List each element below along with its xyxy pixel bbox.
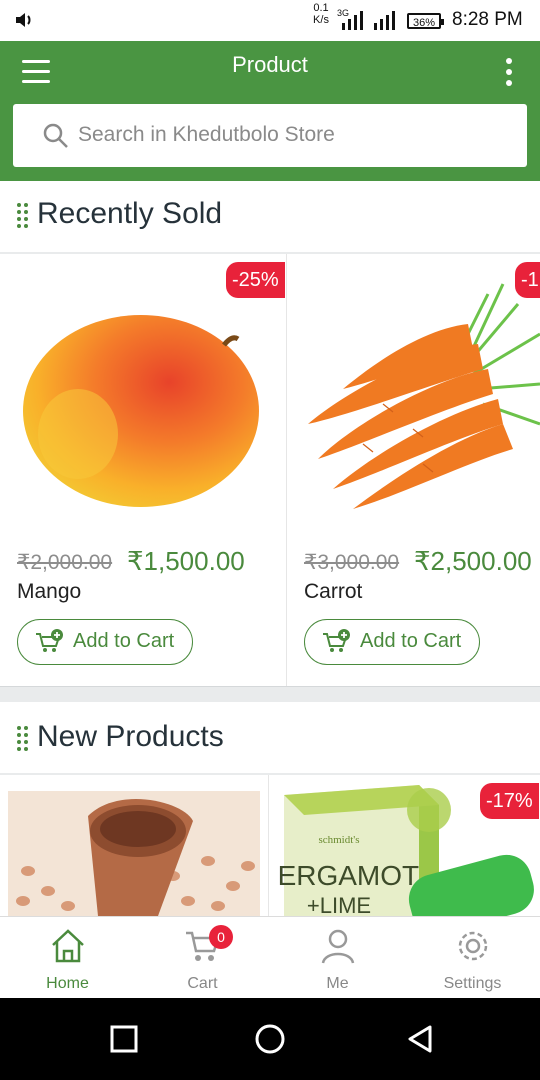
product-card-carrot[interactable]: -1 ₹3,000.00 ₹2,500.00 Carrot Add to Car… xyxy=(287,254,540,686)
nav-label: Me xyxy=(326,975,349,992)
add-to-cart-label: Add to Cart xyxy=(360,630,462,652)
carrot-image xyxy=(308,283,540,509)
add-to-cart-button[interactable]: Add to Cart xyxy=(17,619,193,665)
discount-badge: -1 xyxy=(515,262,540,298)
product-card-mango[interactable]: -25% ₹2,000.00 ₹1,500.00 Mango Add to Ca… xyxy=(0,254,286,686)
product-card-new-2[interactable]: schmidt's BERGAMOT +LIME -17% xyxy=(269,775,540,916)
product-name: Carrot xyxy=(304,580,363,603)
nav-cart[interactable]: Cart xyxy=(135,917,270,999)
section-header-recently-sold: Recently Sold xyxy=(0,181,540,253)
old-price: ₹2,000.00 xyxy=(17,551,113,574)
signal-icon-2 xyxy=(374,11,395,30)
nav-me[interactable]: Me xyxy=(270,917,405,999)
speaker-icon xyxy=(16,13,31,27)
discount-badge: -17% xyxy=(480,783,539,819)
peanuts-pot-image xyxy=(8,791,260,916)
signal-icon xyxy=(342,11,363,30)
more-options-button[interactable] xyxy=(500,56,520,90)
clock: 8:28 PM xyxy=(452,9,523,30)
nav-settings[interactable]: Settings xyxy=(405,917,540,999)
search-icon xyxy=(43,123,68,148)
sale-price: ₹1,500.00 xyxy=(127,546,245,576)
status-bar: 0.1 K/s 3G 36% 8:28 PM xyxy=(0,0,540,41)
drag-dots-icon xyxy=(17,203,28,228)
product-card-new-1[interactable] xyxy=(0,775,268,916)
box-product-text: BERGAMOT xyxy=(279,860,419,891)
page-title: Product xyxy=(232,52,308,77)
add-to-cart-button[interactable]: Add to Cart xyxy=(304,619,480,665)
nav-label: Settings xyxy=(443,975,502,992)
nav-label: Home xyxy=(46,975,89,992)
net-speed-unit: K/s xyxy=(313,14,329,26)
person-icon xyxy=(321,929,355,964)
add-cart-icon xyxy=(323,629,350,652)
home-circle-icon[interactable] xyxy=(254,1023,286,1055)
gear-icon xyxy=(458,931,488,961)
section-header-new-products: New Products xyxy=(0,702,540,774)
search-placeholder: Search in Khedutbolo Store xyxy=(78,123,335,146)
net-speed-value: 0.1 xyxy=(313,2,329,14)
nav-home[interactable]: Home xyxy=(0,917,135,999)
sale-price: ₹2,500.00 xyxy=(414,546,532,576)
more-vert-icon xyxy=(506,58,512,64)
back-icon[interactable] xyxy=(406,1024,434,1054)
add-cart-icon xyxy=(36,629,63,652)
cart-count-badge: 0 xyxy=(209,925,233,949)
battery-indicator: 36% xyxy=(407,13,444,29)
old-price: ₹3,000.00 xyxy=(304,551,400,574)
section-title: New Products xyxy=(37,720,224,753)
add-to-cart-label: Add to Cart xyxy=(73,630,175,652)
box-brand-text: schmidt's xyxy=(318,834,359,846)
home-icon xyxy=(52,929,84,963)
nav-label: Cart xyxy=(187,975,218,992)
mango-image xyxy=(23,315,259,507)
net-speed: 0.1 K/s xyxy=(307,2,335,26)
search-input[interactable]: Search in Khedutbolo Store xyxy=(13,104,527,167)
recent-apps-icon[interactable] xyxy=(110,1025,138,1053)
discount-badge: -25% xyxy=(226,262,285,298)
bottom-navigation: Home Cart Me Settings xyxy=(0,916,540,999)
section-separator xyxy=(0,686,540,702)
box-variant-text: +LIME xyxy=(307,893,371,916)
system-navigation-bar xyxy=(0,998,540,1080)
section-title: Recently Sold xyxy=(37,197,223,230)
drag-dots-icon xyxy=(17,726,28,751)
product-name: Mango xyxy=(17,580,82,603)
